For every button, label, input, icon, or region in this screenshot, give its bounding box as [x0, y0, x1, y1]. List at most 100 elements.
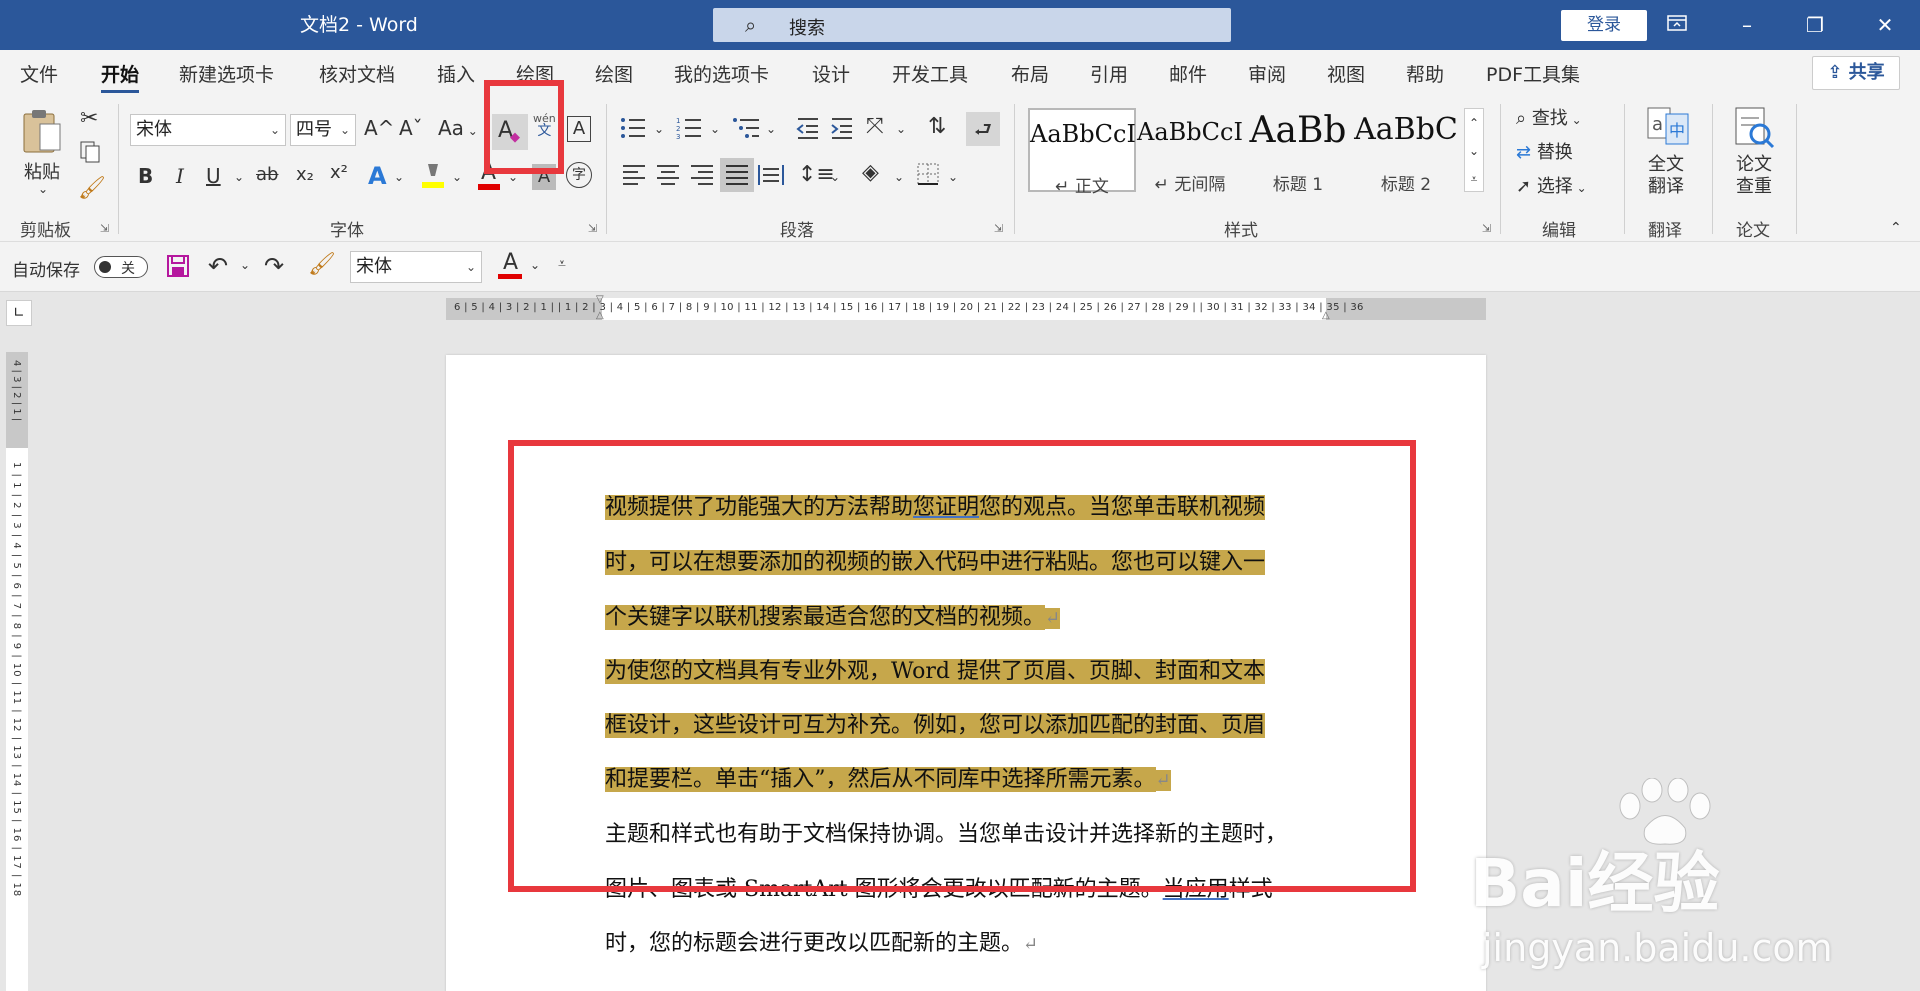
tab-layout[interactable]: 布局 — [1011, 60, 1049, 87]
chevron-down-icon[interactable]: ⌄ — [234, 170, 244, 184]
paste-button[interactable] — [20, 106, 64, 161]
tab-view[interactable]: 视图 — [1327, 60, 1365, 87]
highlight-color-icon[interactable] — [420, 160, 446, 190]
style-no-spacing[interactable]: AaBbCcI ↵ 无间隔 — [1136, 108, 1244, 195]
distributed-icon[interactable] — [758, 164, 784, 191]
search-box[interactable]: ⌕ 搜索 — [713, 8, 1231, 42]
copy-icon[interactable] — [78, 140, 102, 169]
grow-font-icon[interactable]: A^ — [364, 116, 394, 140]
show-marks-icon[interactable]: ⮐ — [966, 112, 1000, 146]
tab-mailings[interactable]: 邮件 — [1169, 60, 1207, 87]
tab-home[interactable]: 开始 — [101, 60, 140, 93]
tab-references[interactable]: 引用 — [1090, 60, 1128, 87]
autosave-toggle[interactable]: 关 — [94, 256, 148, 278]
align-center-icon[interactable] — [656, 164, 680, 191]
select-button[interactable]: ➚ 选择 ⌄ — [1516, 172, 1587, 198]
chevron-down-icon[interactable]: ⌄ — [654, 122, 664, 136]
scroll-up-icon[interactable]: ⌃ — [1465, 109, 1483, 137]
ribbon-display-icon[interactable] — [1654, 7, 1700, 43]
shrink-font-icon[interactable]: Aˇ — [399, 116, 423, 140]
first-line-indent-icon[interactable]: ▽ — [596, 294, 604, 305]
chevron-down-icon[interactable]: ⌄ — [710, 122, 720, 136]
align-right-icon[interactable] — [690, 164, 714, 191]
left-indent-icon[interactable]: △ — [596, 310, 604, 321]
bold-icon[interactable]: B — [138, 164, 153, 188]
decrease-indent-icon[interactable] — [796, 116, 820, 145]
collapse-ribbon-icon[interactable]: ⌃ — [1890, 220, 1902, 236]
font-size-select[interactable]: 四号 ⌄ — [290, 114, 356, 146]
restore-icon[interactable]: ❐ — [1792, 7, 1838, 43]
justify-icon[interactable] — [720, 158, 754, 192]
tab-my[interactable]: 我的选项卡 — [674, 60, 769, 87]
superscript-icon[interactable]: x² — [330, 162, 348, 183]
tab-proofread[interactable]: 核对文档 — [319, 60, 395, 87]
enclose-characters-icon[interactable]: 字 — [566, 162, 592, 188]
scroll-down-icon[interactable]: ⌄ — [1465, 137, 1483, 165]
vertical-ruler[interactable]: 4 | 3 | 2 | 1 | 1 | 1 | 2 | 3 | 4 | 5 | … — [6, 352, 28, 991]
format-painter-icon[interactable]: 🖌 — [308, 252, 336, 277]
chevron-down-icon[interactable]: ⌄ — [948, 170, 958, 184]
strikethrough-icon[interactable]: ab — [256, 164, 278, 185]
tab-design[interactable]: 设计 — [812, 60, 850, 87]
chevron-down-icon[interactable]: ⌄ — [240, 258, 250, 272]
login-button[interactable]: 登录 — [1561, 10, 1647, 41]
subscript-icon[interactable]: x₂ — [296, 164, 314, 185]
increase-indent-icon[interactable] — [830, 116, 854, 145]
share-button[interactable]: ⇪ 共享 — [1812, 56, 1900, 90]
borders-icon[interactable] — [916, 162, 940, 191]
chevron-down-icon[interactable]: ⌄ — [830, 170, 840, 184]
underline-icon[interactable]: U — [206, 164, 221, 188]
italic-icon[interactable]: I — [176, 164, 184, 188]
text-effects-icon[interactable]: A — [368, 162, 387, 190]
tab-insert[interactable]: 插入 — [437, 60, 475, 87]
style-normal[interactable]: AaBbCcI ↵ 正文 — [1028, 108, 1136, 197]
character-border-icon[interactable]: A — [567, 116, 591, 142]
replace-button[interactable]: ⇄ 替换 — [1516, 138, 1573, 164]
translate-button[interactable]: a中 — [1646, 106, 1690, 151]
text-line-9[interactable]: 时，您的标题会进行更改以匹配新的主题。↵ — [605, 924, 1038, 964]
tab-draw-2[interactable]: 绘图 — [595, 60, 633, 87]
tab-file[interactable]: 文件 — [20, 60, 58, 87]
font-launcher-icon[interactable]: ⇲ — [588, 222, 597, 235]
chevron-down-icon[interactable]: ⌄ — [452, 170, 462, 184]
align-left-icon[interactable] — [622, 164, 646, 191]
chevron-down-icon[interactable]: ⌄ — [394, 170, 404, 184]
format-painter-icon[interactable]: 🖌 — [78, 176, 106, 201]
cut-icon[interactable]: ✂ — [80, 106, 98, 131]
paper-check-button[interactable] — [1732, 106, 1776, 155]
minimize-icon[interactable]: – — [1724, 7, 1770, 43]
close-icon[interactable]: ✕ — [1862, 7, 1908, 43]
chinese-layout-icon[interactable]: ⤧ — [866, 114, 884, 139]
bullets-icon[interactable] — [620, 116, 646, 145]
tab-help[interactable]: 帮助 — [1406, 60, 1444, 87]
style-heading-2[interactable]: AaBbC 标题 2 — [1352, 108, 1460, 195]
chevron-down-icon[interactable]: ⌄ — [896, 122, 906, 136]
horizontal-ruler[interactable]: 6 | 5 | 4 | 3 | 2 | 1 | | 1 | 2 | 3 | 4 … — [446, 294, 1486, 321]
qat-font-select[interactable]: 宋体 ⌄ — [350, 251, 482, 283]
chevron-down-icon[interactable]: ⌄ — [894, 170, 904, 184]
find-button[interactable]: ⌕ 查找 ⌄ — [1516, 104, 1582, 130]
font-name-select[interactable]: 宋体 ⌄ — [130, 114, 286, 146]
tab-pdf[interactable]: PDF工具集 — [1486, 60, 1580, 87]
tab-developer[interactable]: 开发工具 — [892, 60, 968, 87]
style-heading-1[interactable]: AaBb 标题 1 — [1244, 108, 1352, 195]
styles-scroll[interactable]: ⌃ ⌄ ⩡ — [1464, 108, 1484, 192]
chevron-down-icon[interactable]: ⌄ — [530, 258, 540, 272]
redo-icon[interactable]: ↷ — [264, 252, 284, 280]
shading-icon[interactable]: ◈ — [862, 160, 879, 185]
tab-review[interactable]: 审阅 — [1248, 60, 1286, 87]
styles-launcher-icon[interactable]: ⇲ — [1482, 222, 1491, 235]
tab-new[interactable]: 新建选项卡 — [179, 60, 274, 87]
save-icon[interactable] — [166, 254, 190, 283]
more-styles-icon[interactable]: ⩡ — [1465, 165, 1483, 193]
right-indent-icon[interactable]: △ — [1322, 310, 1330, 321]
sort-icon[interactable]: ⇅ — [928, 114, 946, 139]
multilevel-list-icon[interactable] — [732, 116, 760, 145]
paragraph-launcher-icon[interactable]: ⇲ — [994, 222, 1003, 235]
numbering-icon[interactable]: 123 — [676, 116, 702, 145]
change-case-button[interactable]: Aa ⌄ — [438, 116, 478, 140]
customize-qat-icon[interactable]: ⩡ — [558, 256, 566, 272]
paste-dropdown-icon[interactable]: ⌄ — [38, 182, 48, 196]
qat-font-color-button[interactable]: A — [498, 250, 524, 280]
tab-selector-icon[interactable]: ∟ — [6, 300, 32, 326]
